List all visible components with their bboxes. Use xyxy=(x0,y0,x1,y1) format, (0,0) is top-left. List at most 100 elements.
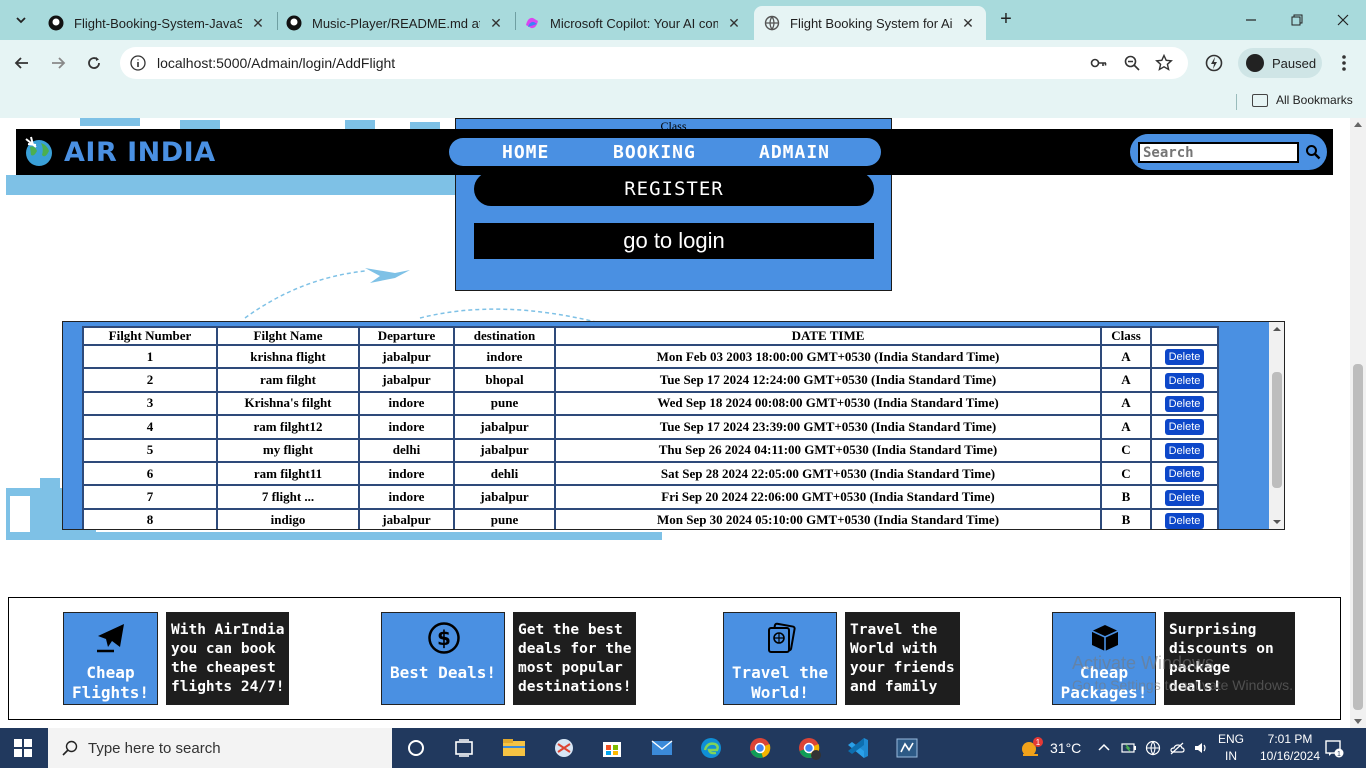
browser-tab-3[interactable]: Microsoft Copilot: Your AI comp ✕ xyxy=(514,6,752,40)
site-info-icon[interactable] xyxy=(130,55,146,71)
browser-tab-2[interactable]: Music-Player/README.md at m ✕ xyxy=(276,6,514,40)
chrome-icon[interactable] xyxy=(746,734,774,762)
cloud-icon[interactable] xyxy=(1169,740,1185,756)
passport-icon xyxy=(768,622,796,653)
microsoft-store-icon[interactable] xyxy=(598,734,626,762)
language-globe-icon[interactable] xyxy=(1145,740,1161,756)
taskbar-search-box[interactable]: Type here to search xyxy=(48,728,392,768)
cell-class: A xyxy=(1102,416,1150,438)
clock-date: 10/16/2024 xyxy=(1259,749,1321,763)
taskbar-clock[interactable]: 7:01 PM 10/16/2024 xyxy=(1250,731,1330,765)
delete-button[interactable]: Delete xyxy=(1164,442,1205,459)
cell-actions: Delete xyxy=(1152,439,1217,461)
url-text[interactable]: localhost:5000/Admain/login/AddFlight xyxy=(157,55,395,71)
zoom-icon[interactable] xyxy=(1123,54,1141,72)
chevron-up-icon[interactable] xyxy=(1097,741,1111,755)
flights-table-container[interactable]: Filght Number Filght Name Departure dest… xyxy=(62,321,1285,530)
browser-toolbar: localhost:5000/Admain/login/AddFlight Pa… xyxy=(0,40,1366,86)
clock-time: 7:01 PM xyxy=(1267,732,1313,746)
go-to-login-button[interactable]: go to login xyxy=(474,223,874,259)
table-header-row: Filght Number Filght Name Departure dest… xyxy=(84,328,1217,344)
delete-button[interactable]: Delete xyxy=(1164,395,1205,412)
register-button[interactable]: REGISTER xyxy=(474,172,874,206)
weather-widget[interactable]: 1 31°C xyxy=(1018,728,1081,768)
feature-title: Best Deals! xyxy=(390,663,496,682)
nav-booking-link[interactable]: BOOKING xyxy=(613,142,696,163)
windows-start-icon[interactable] xyxy=(14,739,32,757)
cell-departure: indore xyxy=(360,392,453,415)
address-bar[interactable]: localhost:5000/Admain/login/AddFlight xyxy=(120,47,1188,79)
delete-button[interactable]: Delete xyxy=(1164,489,1205,506)
brand-logo-text[interactable]: AIR INDIA xyxy=(64,137,216,168)
search-icon xyxy=(62,740,78,756)
key-icon[interactable] xyxy=(1090,54,1108,72)
bookmark-star-icon[interactable] xyxy=(1155,54,1173,72)
edge-icon[interactable] xyxy=(697,734,725,762)
minimize-button[interactable] xyxy=(1228,0,1274,40)
profile-button[interactable]: Paused xyxy=(1238,48,1322,78)
cell-flight-name: 7 flight ... xyxy=(218,486,358,508)
nav-home-link[interactable]: HOME xyxy=(502,142,549,163)
col-header-departure: Departure xyxy=(360,328,453,344)
close-window-button[interactable] xyxy=(1320,0,1366,40)
lang-region: IN xyxy=(1225,749,1237,763)
cortana-icon[interactable] xyxy=(402,734,430,762)
browser-tab-4-active[interactable]: Flight Booking System for Airlin ✕ xyxy=(754,6,986,40)
cell-departure: indore xyxy=(360,416,453,438)
delete-button[interactable]: Delete xyxy=(1164,512,1205,529)
chrome-profile-icon[interactable] xyxy=(795,734,823,762)
tab-title: Music-Player/README.md at m xyxy=(312,15,480,31)
cell-destination: dehli xyxy=(455,462,554,485)
table-row: 5 my flight delhi jabalpur Thu Sep 26 2024 0… xyxy=(84,439,1217,461)
table-scrollbar-thumb[interactable] xyxy=(1272,372,1282,488)
close-tab-icon[interactable]: ✕ xyxy=(488,15,504,31)
table-row: 4 ram filght12 indore jabalpur Tue Sep 17 20… xyxy=(84,416,1217,438)
terminal-app-icon[interactable] xyxy=(893,734,921,762)
scroll-down-icon[interactable] xyxy=(1269,517,1285,527)
delete-button[interactable]: Delete xyxy=(1164,466,1205,483)
vscode-icon[interactable] xyxy=(844,734,872,762)
page-scrollbar-thumb[interactable] xyxy=(1353,364,1363,710)
notifications-icon[interactable]: 1 xyxy=(1324,738,1344,758)
windows-taskbar: Type here to search 1 31°C ENG IN 7:01 P… xyxy=(0,728,1366,768)
page-scrollbar[interactable] xyxy=(1350,118,1366,728)
back-button[interactable] xyxy=(8,49,36,77)
input-language-indicator[interactable]: ENG IN xyxy=(1218,731,1244,765)
table-scrollbar[interactable] xyxy=(1269,322,1285,529)
nav-admain-link[interactable]: ADMAIN xyxy=(759,142,830,163)
profile-status: Paused xyxy=(1272,55,1317,71)
search-input[interactable] xyxy=(1138,142,1299,163)
forward-button[interactable] xyxy=(44,49,72,77)
task-view-icon[interactable] xyxy=(450,734,478,762)
delete-button[interactable]: Delete xyxy=(1164,349,1205,366)
scroll-up-icon[interactable] xyxy=(1354,122,1362,127)
new-tab-button[interactable]: + xyxy=(994,8,1018,32)
scroll-up-icon[interactable] xyxy=(1269,324,1285,334)
close-tab-icon[interactable]: ✕ xyxy=(960,15,976,31)
close-tab-icon[interactable]: ✕ xyxy=(726,15,742,31)
delete-button[interactable]: Delete xyxy=(1164,419,1205,436)
reload-button[interactable] xyxy=(80,49,108,77)
close-tab-icon[interactable]: ✕ xyxy=(250,15,266,31)
delete-button[interactable]: Delete xyxy=(1164,372,1205,389)
volume-icon[interactable] xyxy=(1193,740,1209,756)
browser-tab-1[interactable]: Flight-Booking-System-JavaSc ✕ xyxy=(38,6,276,40)
mail-icon[interactable] xyxy=(648,734,676,762)
search-icon[interactable] xyxy=(1305,144,1321,160)
scroll-down-icon[interactable] xyxy=(1354,719,1362,724)
cell-actions: Delete xyxy=(1152,369,1217,391)
battery-icon[interactable] xyxy=(1121,740,1137,756)
page-viewport: Class REGISTER go to login AIR INDIA HOM… xyxy=(0,118,1350,728)
extensions-icon[interactable] xyxy=(1204,53,1224,73)
more-menu-icon[interactable] xyxy=(1334,53,1354,73)
tab-search-button[interactable] xyxy=(8,7,34,33)
lang-code: ENG xyxy=(1218,732,1245,746)
cell-actions: Delete xyxy=(1152,392,1217,415)
col-header-actions xyxy=(1152,328,1217,344)
snipping-tool-icon[interactable] xyxy=(550,734,578,762)
cell-flight-number: 6 xyxy=(84,462,216,485)
cell-departure: jabalpur xyxy=(360,346,453,368)
all-bookmarks-button[interactable]: All Bookmarks xyxy=(1252,93,1353,107)
file-explorer-icon[interactable] xyxy=(500,734,528,762)
restore-button[interactable] xyxy=(1274,0,1320,40)
